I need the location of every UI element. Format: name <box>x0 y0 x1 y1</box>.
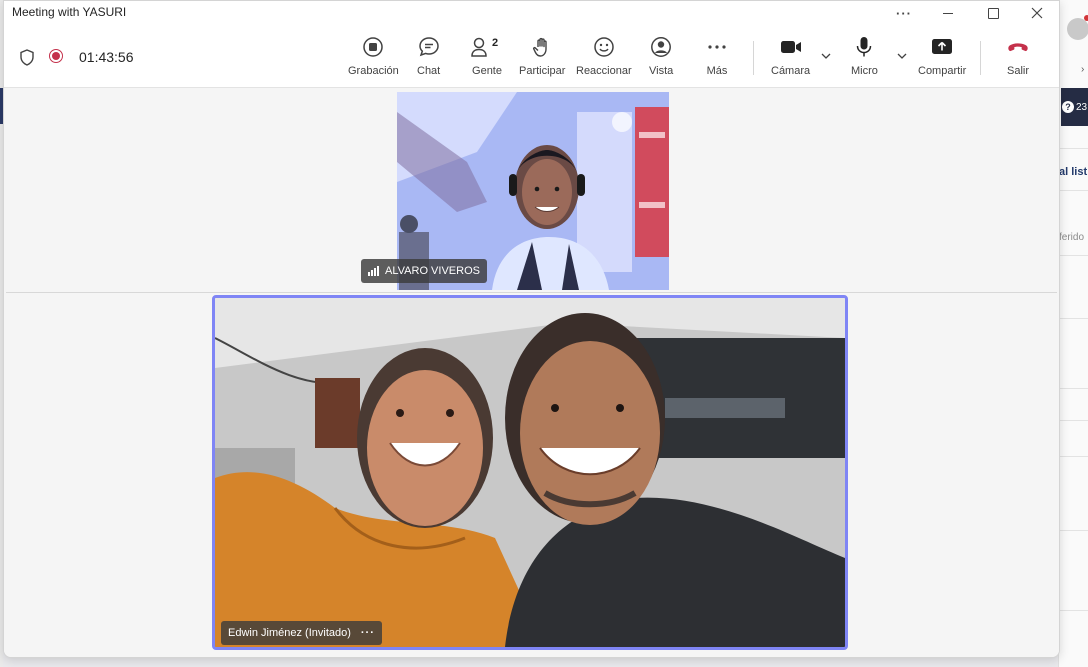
recording-button[interactable]: Grabación <box>348 35 399 81</box>
toolbar-separator <box>753 41 754 75</box>
background-divider <box>1059 456 1088 457</box>
video-tile-edwin[interactable] <box>212 295 848 650</box>
camera-label: Cámara <box>771 65 811 77</box>
window-more-button[interactable]: ··· <box>882 1 926 25</box>
more-icon <box>706 35 728 59</box>
maximize-icon <box>987 7 999 19</box>
raise-hand-icon <box>531 35 553 59</box>
background-divider <box>1059 148 1088 149</box>
minimize-icon <box>943 12 953 14</box>
leave-label: Salir <box>1006 65 1029 77</box>
camera-options-chevron-icon[interactable] <box>819 49 833 63</box>
meeting-stage: ALVARO VIVEROS Edwin Jiménez (Invitado) … <box>4 88 1059 657</box>
participant-more-options-icon[interactable]: ··· <box>361 627 375 639</box>
question-icon: ? <box>1062 101 1074 113</box>
hang-up-icon <box>1006 35 1030 59</box>
people-count: 2 <box>492 37 499 49</box>
people-button[interactable]: 2 Gente <box>470 35 504 81</box>
view-button[interactable]: Vista <box>649 35 673 81</box>
participant-name: Edwin Jiménez (Invitado) <box>228 627 351 639</box>
leave-button[interactable]: Salir <box>1006 35 1030 81</box>
maximize-button[interactable] <box>971 1 1015 25</box>
background-avatar[interactable] <box>1067 15 1088 40</box>
meeting-window: Meeting with YASURI ··· 01:43:56 Grabaci… <box>3 0 1060 658</box>
background-divider <box>1059 318 1088 319</box>
react-label: Reaccionar <box>576 65 632 77</box>
participant-name: ALVARO VIVEROS <box>385 265 480 277</box>
background-help-count: 23 <box>1076 101 1088 113</box>
raise-hand-label: Participar <box>519 65 566 77</box>
participant-video <box>215 298 845 647</box>
view-icon <box>650 35 672 59</box>
more-button[interactable]: Más <box>706 35 728 81</box>
react-button[interactable]: Reaccionar <box>576 35 632 81</box>
mic-label: Micro <box>851 65 878 77</box>
background-divider <box>1059 530 1088 531</box>
signal-strength-icon <box>368 266 379 276</box>
background-divider <box>1059 610 1088 611</box>
participant-name-chip: ALVARO VIVEROS <box>361 259 487 283</box>
minimize-button[interactable] <box>926 1 970 25</box>
shield-icon[interactable] <box>19 49 35 66</box>
background-divider <box>1059 255 1088 256</box>
people-icon: 2 <box>470 35 504 59</box>
participant-name-chip: Edwin Jiménez (Invitado) ··· <box>221 621 382 645</box>
recording-label: Grabación <box>348 65 399 77</box>
title-bar: Meeting with YASURI ··· <box>4 1 1059 25</box>
mic-options-chevron-icon[interactable] <box>895 49 909 63</box>
record-icon <box>362 35 384 59</box>
camera-icon <box>779 35 803 59</box>
meeting-toolbar: 01:43:56 Grabación Chat 2 Gente Particip… <box>4 25 1059 88</box>
close-icon <box>1031 7 1043 19</box>
background-divider <box>1059 190 1088 191</box>
toolbar-separator <box>980 41 981 75</box>
chat-button[interactable]: Chat <box>417 35 440 81</box>
more-label: Más <box>706 65 728 77</box>
background-chevron-icon: › <box>1081 64 1085 75</box>
background-divider <box>1059 420 1088 421</box>
background-divider <box>1059 388 1088 389</box>
tile-divider <box>6 292 1057 293</box>
close-button[interactable] <box>1015 1 1059 25</box>
chat-icon <box>418 35 440 59</box>
people-label: Gente <box>472 65 502 77</box>
share-button[interactable]: Compartir <box>918 35 966 81</box>
camera-button[interactable]: Cámara <box>771 35 810 81</box>
mic-button[interactable]: Micro <box>851 35 878 81</box>
raise-hand-button[interactable]: Participar <box>519 35 565 81</box>
smiley-icon <box>593 35 615 59</box>
background-app: › ? 23 al list ferido <box>1058 0 1088 667</box>
view-label: Vista <box>649 65 674 77</box>
chat-label: Chat <box>417 65 441 77</box>
share-screen-icon <box>930 35 954 59</box>
share-label: Compartir <box>918 65 967 77</box>
microphone-icon <box>853 35 875 59</box>
recording-indicator-icon <box>49 49 63 63</box>
window-title: Meeting with YASURI <box>12 5 127 19</box>
background-help-badge[interactable]: ? 23 <box>1061 88 1088 126</box>
background-heading: al list <box>1059 166 1088 178</box>
meeting-timer: 01:43:56 <box>79 49 134 65</box>
background-text: ferido <box>1059 232 1085 243</box>
